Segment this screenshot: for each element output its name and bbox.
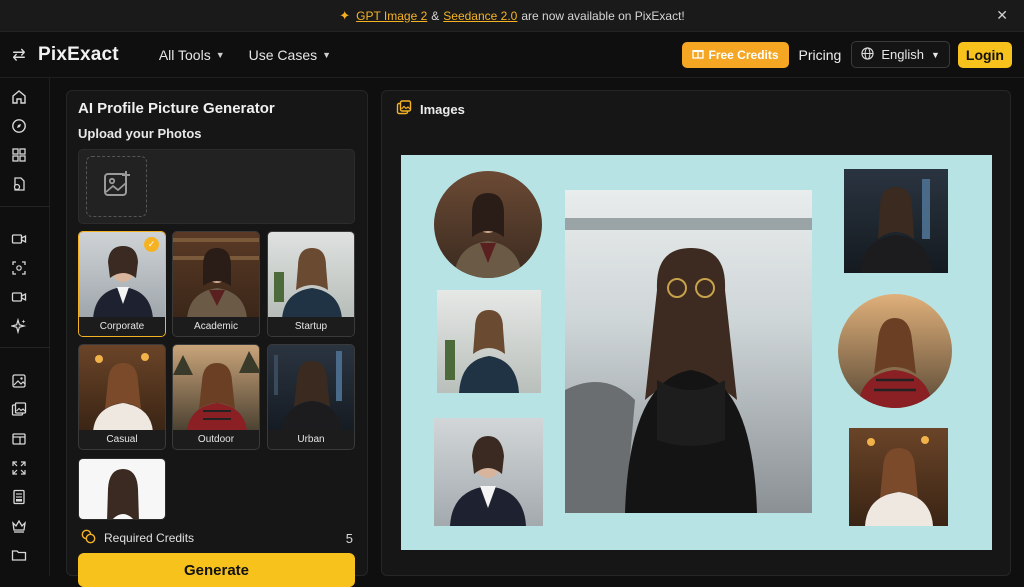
style-tile-corporate[interactable]: ✓ Corporate [78,231,166,337]
style-tile-academic[interactable]: Academic [172,231,260,337]
style-thumbnail [173,232,259,319]
sidebar-toggle-icon[interactable]: ⇄ [0,45,38,65]
style-tile-startup[interactable]: Startup [267,231,355,337]
sample-collage-image [401,155,992,550]
pricing-link[interactable]: Pricing [799,47,842,63]
all-tools-label: All Tools [158,46,211,63]
all-tools-menu[interactable]: All Tools ▼ [159,47,225,63]
files-icon[interactable] [11,176,27,192]
images-panel: Images [381,90,1011,576]
collage-photo [849,428,948,526]
style-label: Corporate [79,317,165,336]
collage-photo [844,169,948,273]
collage-photo [437,290,541,393]
style-label: Academic [173,317,259,336]
language-label: English [881,47,924,62]
use-cases-label: Use Cases [248,46,318,63]
explore-icon[interactable] [11,118,27,134]
collage-photo [434,418,543,526]
rail-divider [0,347,50,348]
images-icon [396,100,412,119]
gpt-image-link[interactable]: GPT Image 2 [356,9,427,23]
style-thumbnail [268,345,354,432]
style-thumbnail [79,345,165,432]
required-credits-label: Required Credits [104,531,195,545]
gallery-icon[interactable] [11,402,27,418]
style-label: Startup [268,317,354,336]
announcement-amp: & [431,8,440,23]
video-icon[interactable] [11,231,27,247]
required-credits-value: 5 [345,530,353,546]
style-label: Casual [79,430,165,449]
style-thumbnail [173,345,259,432]
layout-icon[interactable] [11,431,27,447]
style-tile-white-background[interactable] [78,458,166,520]
sparkle-icon: ✦ [339,7,351,23]
coins-icon [81,529,96,547]
images-header: Images [396,100,465,119]
free-credits-label: Free Credits [708,47,779,62]
required-credits-row: Required Credits 5 [81,529,353,547]
chevron-down-icon: ▼ [322,49,332,60]
generate-button[interactable]: Generate [78,553,355,587]
document-icon[interactable] [11,489,27,505]
chevron-down-icon: ▼ [930,49,940,60]
style-thumbnail [268,232,354,319]
announcement-bar: ✦ GPT Image 2 & Seedance 2.0 are now ava… [0,0,1024,32]
page-title: AI Profile Picture Generator [78,100,275,117]
camera-icon[interactable] [11,289,27,305]
use-cases-menu[interactable]: Use Cases ▼ [249,47,331,63]
collage-photo [565,190,812,513]
style-label: Outdoor [173,430,259,449]
announcement-text: are now available on PixExact! [521,8,685,23]
style-tile-urban[interactable]: Urban [267,344,355,450]
image-icon[interactable] [11,373,27,389]
home-icon[interactable] [11,89,27,105]
language-select[interactable]: English ▼ [851,41,950,68]
top-nav: ⇄ PixExact All Tools ▼ Use Cases ▼ Free … [0,32,1024,78]
style-label: Urban [268,430,354,449]
style-thumbnail [79,459,165,519]
sparkle-icon[interactable] [11,318,27,334]
upload-label: Upload your Photos [78,126,202,141]
globe-icon [861,46,874,63]
brand-logo[interactable]: PixExact [38,44,119,66]
collage-photo [434,171,542,278]
check-icon: ✓ [144,237,159,252]
generator-panel: AI Profile Picture Generator Upload your… [66,90,368,587]
upload-dropzone[interactable] [86,156,147,217]
rail-divider [0,206,50,207]
collage-photo [838,294,952,408]
grid-icon[interactable] [11,147,27,163]
seedance-link[interactable]: Seedance 2.0 [443,9,517,23]
crown-icon[interactable] [11,518,27,534]
folder-icon[interactable] [11,547,27,563]
face-scan-icon[interactable] [11,260,27,276]
expand-icon[interactable] [11,460,27,476]
style-tile-casual[interactable]: Casual [78,344,166,450]
login-button[interactable]: Login [957,41,1012,68]
free-credits-button[interactable]: Free Credits [681,41,789,68]
close-icon[interactable]: ✕ [996,7,1008,24]
upload-area[interactable] [78,149,355,224]
chevron-down-icon: ▼ [215,49,225,60]
images-title: Images [420,102,465,117]
gift-icon [691,47,704,62]
add-image-icon [102,169,132,204]
side-rail [0,78,50,576]
style-tile-outdoor[interactable]: Outdoor [172,344,260,450]
